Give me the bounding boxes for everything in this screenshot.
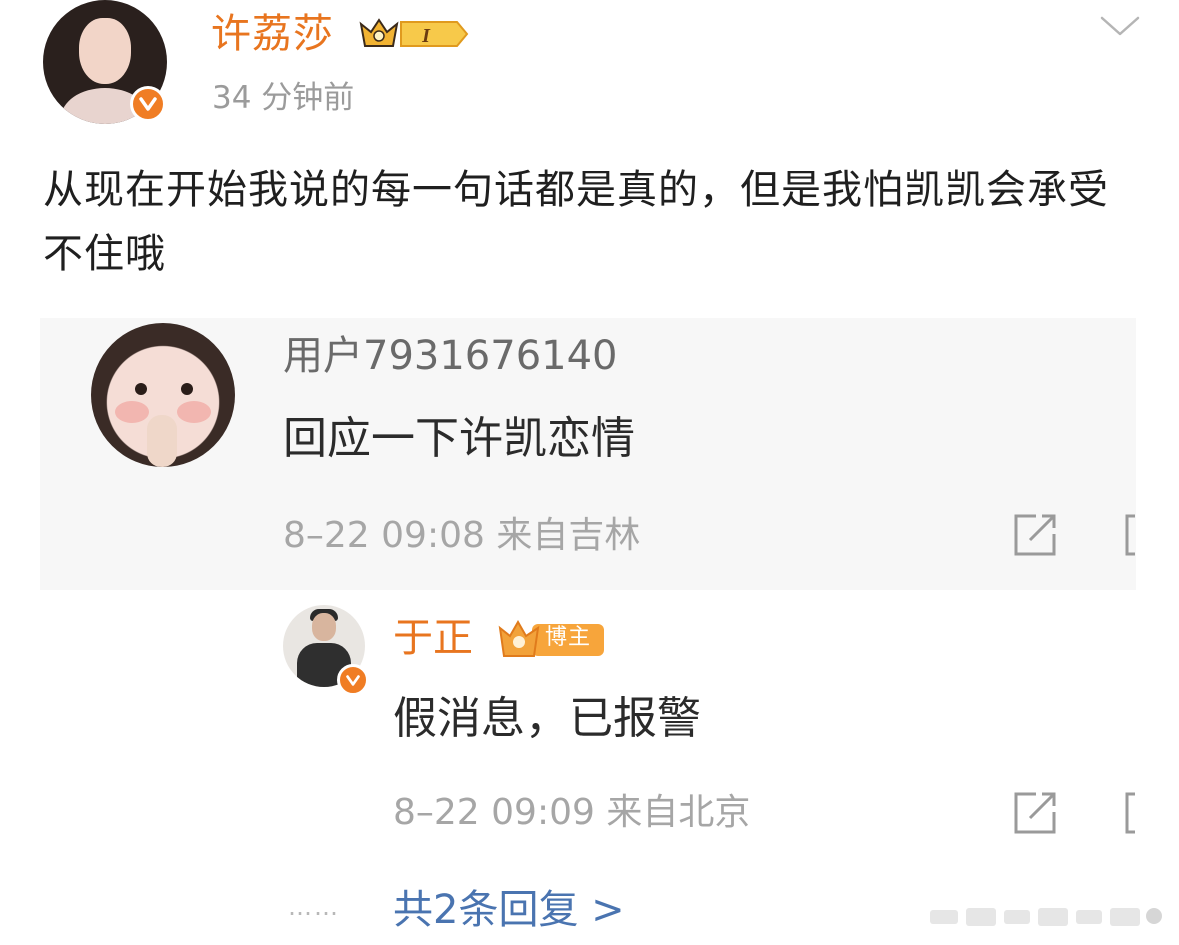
avatar-hand bbox=[147, 415, 177, 467]
commenter-name: 用户7931676140 bbox=[283, 333, 618, 379]
replier-name: 于正 bbox=[393, 615, 473, 661]
watermark bbox=[930, 908, 1162, 926]
avatar-eye bbox=[135, 383, 147, 395]
post-time: 34 分钟前 bbox=[212, 80, 355, 116]
share-icon bbox=[1014, 792, 1056, 834]
avatar-eye bbox=[181, 383, 193, 395]
blogger-badge-label: 博主 bbox=[545, 625, 592, 650]
level-label: I bbox=[421, 25, 431, 47]
avatar-head bbox=[312, 613, 336, 641]
crown-icon: I bbox=[359, 18, 469, 47]
avatar-cheek bbox=[177, 401, 211, 423]
author-name[interactable]: 许荔莎 bbox=[211, 8, 334, 60]
chevron-down-icon[interactable] bbox=[1100, 14, 1140, 38]
cropped-icon bbox=[1125, 514, 1135, 556]
cropped-icon bbox=[1125, 792, 1135, 834]
more-replies-link: 共2条回复 > bbox=[393, 887, 625, 933]
post-text: 从现在开始我说的每一句话都是真的，但是我怕凯凯会承受不住哦 bbox=[43, 167, 1109, 277]
comment-text: 回应一下许凯恋情 bbox=[283, 413, 635, 464]
share-icon bbox=[1014, 514, 1056, 556]
verified-icon bbox=[337, 664, 369, 696]
reply-text: 假消息，已报警 bbox=[393, 693, 701, 744]
reply-meta: 8–22 09:09 来自北京 bbox=[393, 792, 751, 833]
verified-icon bbox=[130, 86, 166, 122]
avatar-cheek bbox=[115, 401, 149, 423]
commenter-avatar bbox=[91, 323, 235, 467]
comment-meta: 8–22 09:08 来自吉林 bbox=[283, 515, 641, 556]
divider-dots: …… bbox=[288, 893, 340, 921]
avatar-face bbox=[79, 18, 131, 84]
